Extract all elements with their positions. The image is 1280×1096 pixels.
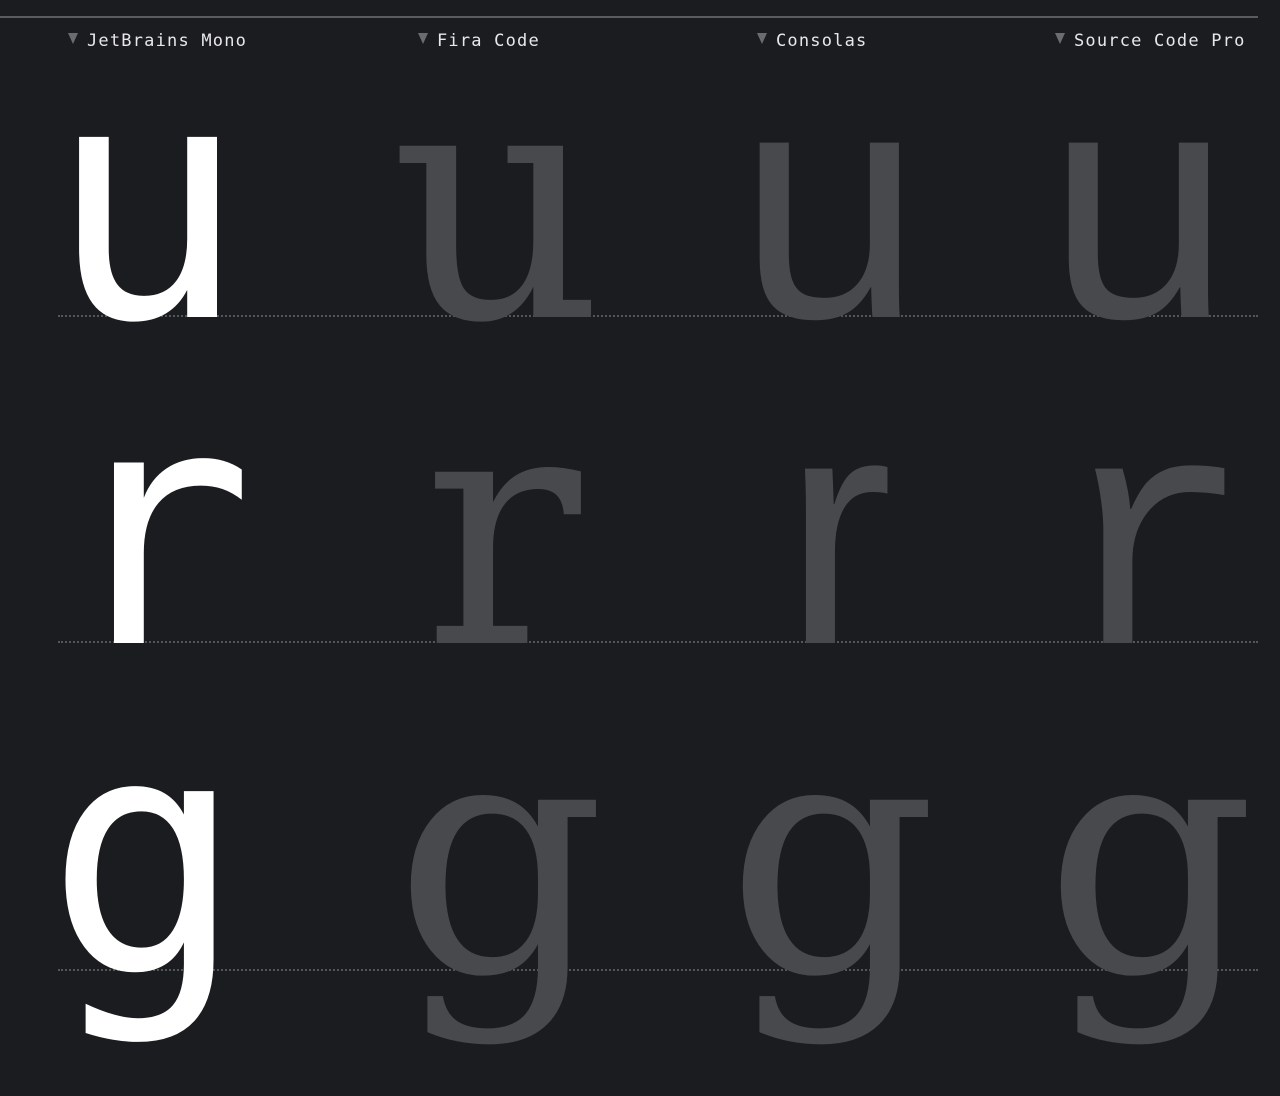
font-comparison-canvas: JetBrains Mono Fira Code Consolas Source…: [0, 0, 1280, 1096]
glyph-g-jetbrains-mono: g: [46, 665, 245, 1049]
glyph-g-consolas: g: [726, 665, 937, 1049]
glyph-g-fira-code: g: [394, 665, 605, 1049]
glyph-r-jetbrains-mono: r: [56, 337, 255, 721]
glyph-r-consolas: r: [783, 344, 893, 713]
glyph-u-source-code-pro: u: [1039, 43, 1237, 417]
glyph-r-fira-code: r: [423, 337, 583, 721]
glyph-u-consolas: u: [738, 18, 922, 387]
glyph-g-source-code-pro: g: [1044, 665, 1255, 1049]
glyph-grid: u u u u r r r r g g g g: [46, 11, 1256, 1049]
